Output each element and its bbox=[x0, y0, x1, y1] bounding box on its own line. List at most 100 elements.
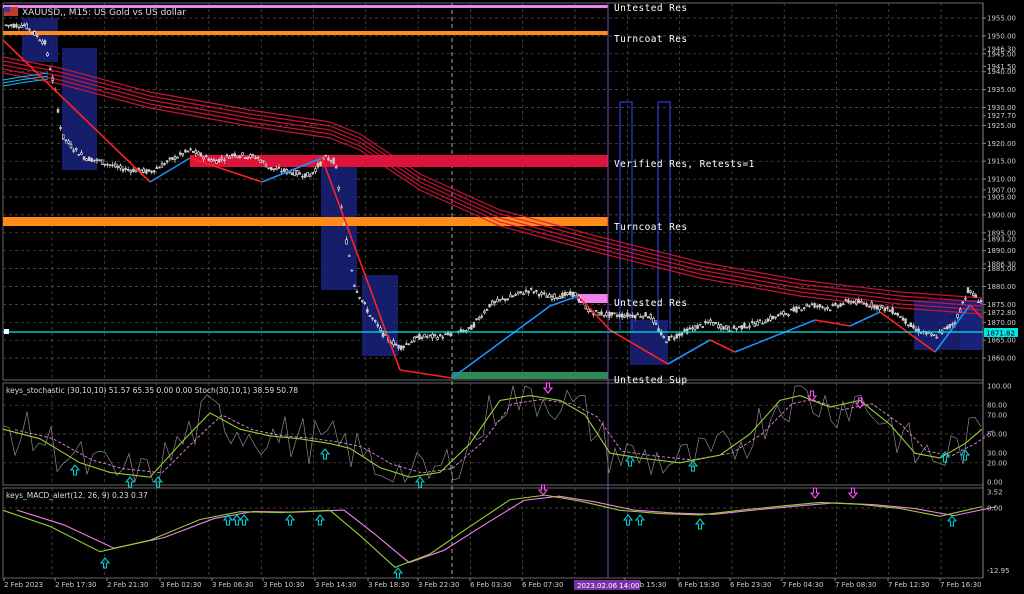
candle-body bbox=[610, 312, 614, 316]
macd-buy-arrow bbox=[634, 514, 646, 526]
price-tick-label: 1880.00 bbox=[987, 283, 1016, 291]
candle-body bbox=[158, 166, 161, 169]
candle-body bbox=[587, 308, 590, 312]
price-scale[interactable]: 1955.001950.001946.301945.001941.501940.… bbox=[983, 15, 1016, 576]
candle-body bbox=[753, 323, 757, 327]
price-tick-label: 1925.00 bbox=[987, 122, 1016, 130]
candle-body bbox=[28, 28, 31, 31]
candle-body bbox=[698, 323, 702, 326]
candle-body bbox=[69, 143, 73, 149]
macd-buy-arrow bbox=[694, 518, 706, 530]
macd-buy-arrow bbox=[284, 514, 296, 526]
session-box bbox=[630, 320, 668, 365]
price-candles bbox=[4, 22, 983, 352]
candle-body bbox=[301, 175, 304, 178]
candle-body bbox=[184, 149, 187, 153]
candle-body bbox=[30, 31, 34, 34]
macd-level-label: 3.52 bbox=[987, 488, 1003, 496]
candle-body bbox=[22, 24, 26, 27]
candle-body bbox=[503, 298, 507, 301]
candle-body bbox=[366, 309, 369, 313]
panel-frame-2 bbox=[2, 487, 984, 579]
candle-body bbox=[511, 295, 515, 298]
stoch-level-label: 50.00 bbox=[987, 431, 1007, 439]
candle-body bbox=[631, 314, 634, 318]
candle-body bbox=[527, 290, 530, 294]
candle-body bbox=[849, 301, 853, 304]
candle-body bbox=[906, 324, 910, 327]
stoch-buy-arrow bbox=[959, 449, 971, 461]
candle-body bbox=[633, 314, 637, 319]
candle-body bbox=[277, 167, 281, 169]
ma-line-4 bbox=[2, 72, 983, 315]
candle-body bbox=[662, 336, 666, 338]
candle-body bbox=[82, 156, 86, 160]
candle-body bbox=[163, 163, 166, 166]
candle-body bbox=[966, 287, 970, 294]
price-tick-label: 1872.80 bbox=[987, 309, 1016, 317]
candle-body bbox=[59, 127, 62, 129]
candle-body bbox=[256, 156, 260, 159]
candle-body bbox=[425, 336, 429, 338]
time-axis[interactable]: 2 Feb 2023 2 Feb 17:30 2 Feb 21:30 3 Feb 02… bbox=[3, 578, 981, 589]
candle-body bbox=[142, 168, 145, 173]
candle-body bbox=[124, 167, 127, 170]
candle-body bbox=[649, 314, 653, 319]
candle-body bbox=[376, 324, 379, 327]
candle-body bbox=[724, 325, 728, 330]
sr-label-turncoat-res-1: Turncoat Res bbox=[614, 34, 687, 45]
candle-body bbox=[420, 336, 424, 340]
candle-body bbox=[394, 343, 398, 346]
candle-body bbox=[969, 290, 972, 293]
candle-body bbox=[46, 52, 49, 56]
candle-body bbox=[727, 326, 731, 332]
ma-line-0 bbox=[2, 56, 983, 299]
candle-body bbox=[675, 333, 679, 339]
candle-body bbox=[914, 329, 918, 331]
candle-body bbox=[20, 25, 23, 28]
sr-zone bbox=[452, 372, 608, 379]
candle-body bbox=[808, 305, 811, 307]
candle-body bbox=[574, 292, 577, 296]
candle-body bbox=[813, 303, 816, 308]
candle-body bbox=[41, 40, 44, 44]
candle-body bbox=[33, 31, 36, 36]
candle-body bbox=[353, 284, 356, 287]
macd-buy-arrow bbox=[392, 567, 404, 579]
candle-body bbox=[225, 154, 229, 157]
stoch-level-label: 80.00 bbox=[987, 402, 1007, 410]
candle-body bbox=[691, 327, 694, 330]
candle-body bbox=[847, 299, 850, 303]
candle-body bbox=[644, 312, 647, 317]
trading-chart-window[interactable]: 1955.00 1950.00 1946.30 1945.00 1941.50 1940.… bbox=[0, 0, 1024, 590]
chart-canvas[interactable]: 1955.001950.001946.301945.001941.501940.… bbox=[0, 0, 1024, 590]
candle-body bbox=[329, 160, 333, 162]
candle-body bbox=[566, 292, 569, 295]
candle-body bbox=[782, 311, 785, 316]
candle-body bbox=[620, 313, 624, 318]
candle-body bbox=[563, 292, 567, 297]
candle-body bbox=[909, 322, 913, 327]
candle-body bbox=[756, 321, 759, 326]
candle-body bbox=[210, 159, 213, 162]
candle-body bbox=[147, 169, 151, 172]
candle-body bbox=[841, 303, 845, 306]
candle-body bbox=[314, 168, 317, 173]
time-label: 3 Feb 14:30 bbox=[315, 581, 356, 589]
horizontal-price-line[interactable] bbox=[3, 329, 983, 334]
candle-body bbox=[12, 23, 15, 28]
candle-body bbox=[561, 292, 564, 299]
macd-buy-arrow bbox=[622, 514, 634, 526]
candle-body bbox=[792, 307, 796, 312]
candle-body bbox=[43, 40, 47, 45]
candle-body bbox=[267, 167, 270, 169]
candle-body bbox=[111, 164, 114, 167]
candle-body bbox=[360, 299, 364, 302]
candle-body bbox=[228, 156, 231, 160]
candle-body bbox=[852, 300, 855, 304]
price-tick-label: 1885.00 bbox=[987, 265, 1016, 273]
macd-signal-line bbox=[16, 495, 997, 564]
candle-body bbox=[719, 324, 723, 330]
candle-body bbox=[652, 318, 655, 323]
candle-body bbox=[971, 292, 975, 296]
